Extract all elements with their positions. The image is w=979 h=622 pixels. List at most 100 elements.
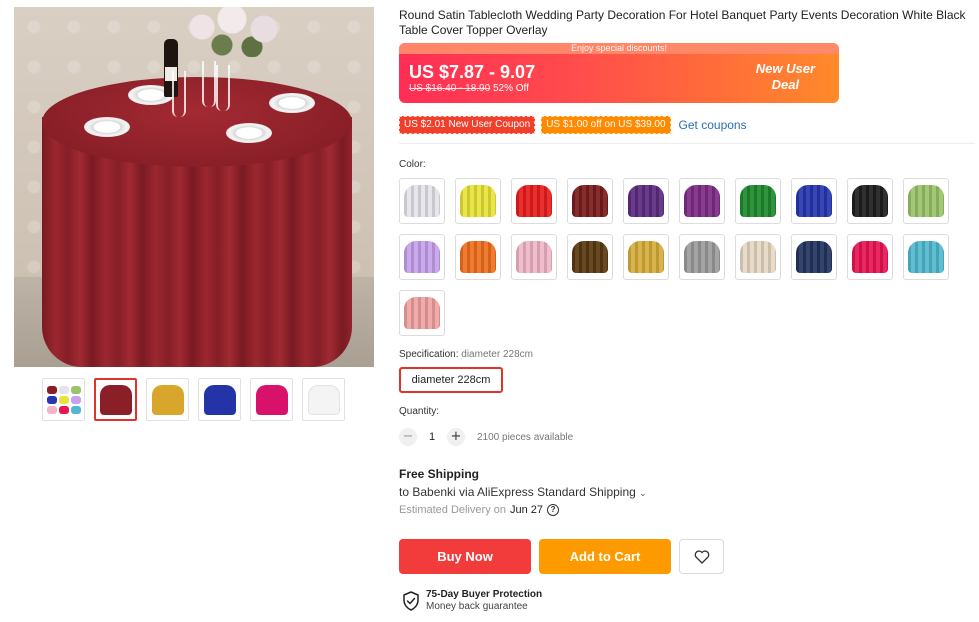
- tablecloth-color-preview: [628, 241, 664, 273]
- shipping-destination-text: to Babenki via AliExpress Standard Shipp…: [399, 485, 636, 499]
- help-icon[interactable]: ?: [547, 504, 560, 516]
- tablecloth-color-preview: [404, 185, 440, 217]
- coupon-row: US $2.01 New User Coupon US $1.00 off on…: [399, 116, 747, 134]
- get-coupons-link[interactable]: Get coupons: [679, 118, 747, 132]
- product-title: Round Satin Tablecloth Wedding Party Dec…: [399, 8, 966, 37]
- wine-glass: [216, 65, 230, 111]
- store-coupon[interactable]: US $1.00 off on US $39.00: [541, 116, 671, 134]
- section-divider: [399, 143, 975, 144]
- quantity-label: Quantity:: [399, 406, 440, 417]
- tablecloth-color-preview: [684, 241, 720, 273]
- quantity-value[interactable]: 1: [425, 431, 439, 443]
- tablecloth-color-preview: [516, 185, 552, 217]
- color-label: Color:: [399, 159, 426, 170]
- new-user-coupon[interactable]: US $2.01 New User Coupon: [399, 116, 536, 134]
- wine-glass: [202, 61, 216, 107]
- buyer-protection: 75-Day Buyer Protection Money back guara…: [402, 589, 542, 613]
- color-swatch[interactable]: [679, 178, 725, 224]
- flower-arrangement: [182, 7, 292, 57]
- protection-subtitle: Money back guarantee: [426, 601, 528, 612]
- color-swatch[interactable]: [399, 290, 445, 336]
- color-swatch[interactable]: [399, 234, 445, 280]
- color-swatch[interactable]: [735, 234, 781, 280]
- thumbnail-burgundy[interactable]: [94, 378, 137, 421]
- tablecloth-color-preview: [460, 185, 496, 217]
- color-swatch[interactable]: [567, 178, 613, 224]
- chevron-down-icon: ⌄: [639, 488, 647, 498]
- tablecloth-color-preview: [740, 241, 776, 273]
- quantity-decrease-button[interactable]: −: [399, 428, 417, 446]
- thumbnail-multicolor[interactable]: [42, 378, 85, 421]
- tablecloth-preview: [203, 384, 236, 415]
- wishlist-button[interactable]: [679, 539, 724, 574]
- tablecloth-color-preview: [460, 241, 496, 273]
- new-user-deal-badge: New User Deal: [756, 61, 815, 93]
- deal-line-2: Deal: [771, 77, 800, 92]
- specification-label-row: Specification: diameter 228cm: [399, 349, 533, 360]
- color-swatch[interactable]: [623, 234, 669, 280]
- main-product-image[interactable]: [14, 7, 374, 367]
- tablecloth-preview: [151, 384, 184, 415]
- estimated-delivery: Estimated Delivery on Jun 27 ?: [399, 504, 560, 516]
- discount-percent: 52% Off: [492, 83, 529, 94]
- specification-label: Specification:: [399, 349, 459, 360]
- deal-line-1: New User: [755, 61, 815, 76]
- color-swatch[interactable]: [567, 234, 613, 280]
- tablecloth-preview: [307, 384, 340, 415]
- tablecloth-color-preview: [796, 241, 832, 273]
- delivery-label: Estimated Delivery on: [399, 504, 506, 516]
- tablecloth-color-preview: [572, 241, 608, 273]
- plate-right-front: [226, 123, 272, 143]
- discount-tagline: Enjoy special discounts!: [399, 43, 839, 54]
- tablecloth-color-preview: [852, 185, 888, 217]
- tablecloth-color-preview: [516, 241, 552, 273]
- color-collage: [46, 385, 81, 414]
- tablecloth-color-preview: [740, 185, 776, 217]
- color-swatch[interactable]: [511, 178, 557, 224]
- thumbnail-gold[interactable]: [146, 378, 189, 421]
- thumbnail-strip: [42, 378, 345, 421]
- color-swatch[interactable]: [679, 234, 725, 280]
- quantity-stepper: − 1 + 2100 pieces available: [399, 428, 573, 446]
- stock-available: 2100 pieces available: [477, 431, 574, 443]
- color-swatch[interactable]: [455, 234, 501, 280]
- thumbnail-rose[interactable]: [250, 378, 293, 421]
- quantity-increase-button[interactable]: +: [447, 428, 465, 446]
- color-swatch[interactable]: [399, 178, 445, 224]
- thumbnail-white[interactable]: [302, 378, 345, 421]
- spec-option-diameter-228cm[interactable]: diameter 228cm: [399, 367, 503, 393]
- color-swatch[interactable]: [903, 234, 949, 280]
- color-swatch[interactable]: [847, 234, 893, 280]
- color-swatch[interactable]: [903, 178, 949, 224]
- original-price: US $16.40 - 18.90: [409, 83, 491, 94]
- color-swatch[interactable]: [455, 178, 501, 224]
- tablecloth-color-preview: [404, 241, 440, 273]
- thumbnail-blue[interactable]: [198, 378, 241, 421]
- tablecloth-preview: [255, 384, 288, 415]
- buyer-protection-text: 75-Day Buyer Protection Money back guara…: [426, 589, 542, 613]
- tablecloth-color-preview: [628, 185, 664, 217]
- shield-check-icon: [403, 591, 419, 611]
- tablecloth-color-preview: [852, 241, 888, 273]
- shipping-destination[interactable]: to Babenki via AliExpress Standard Shipp…: [399, 485, 647, 499]
- wine-glass: [172, 71, 186, 117]
- tablecloth-color-preview: [908, 241, 944, 273]
- original-price-row: US $16.40 - 18.90 52% Off: [409, 83, 529, 94]
- color-swatch[interactable]: [735, 178, 781, 224]
- color-swatch[interactable]: [791, 234, 837, 280]
- plate-right-back: [269, 93, 315, 113]
- buy-now-button[interactable]: Buy Now: [399, 539, 531, 574]
- shipping-title: Free Shipping: [399, 467, 480, 481]
- add-to-cart-button[interactable]: Add to Cart: [539, 539, 671, 574]
- price-banner: Enjoy special discounts! US $7.87 - 9.07…: [399, 43, 839, 103]
- specification-selected: diameter 228cm: [461, 349, 533, 360]
- color-swatch[interactable]: [511, 234, 557, 280]
- tablecloth-preview: [99, 384, 132, 415]
- tablecloth-color-preview: [684, 185, 720, 217]
- plate-left-front: [84, 117, 130, 137]
- color-swatch[interactable]: [791, 178, 837, 224]
- color-swatch[interactable]: [847, 178, 893, 224]
- tablecloth-color-preview: [908, 185, 944, 217]
- color-swatch[interactable]: [623, 178, 669, 224]
- delivery-date: Jun 27: [510, 504, 544, 516]
